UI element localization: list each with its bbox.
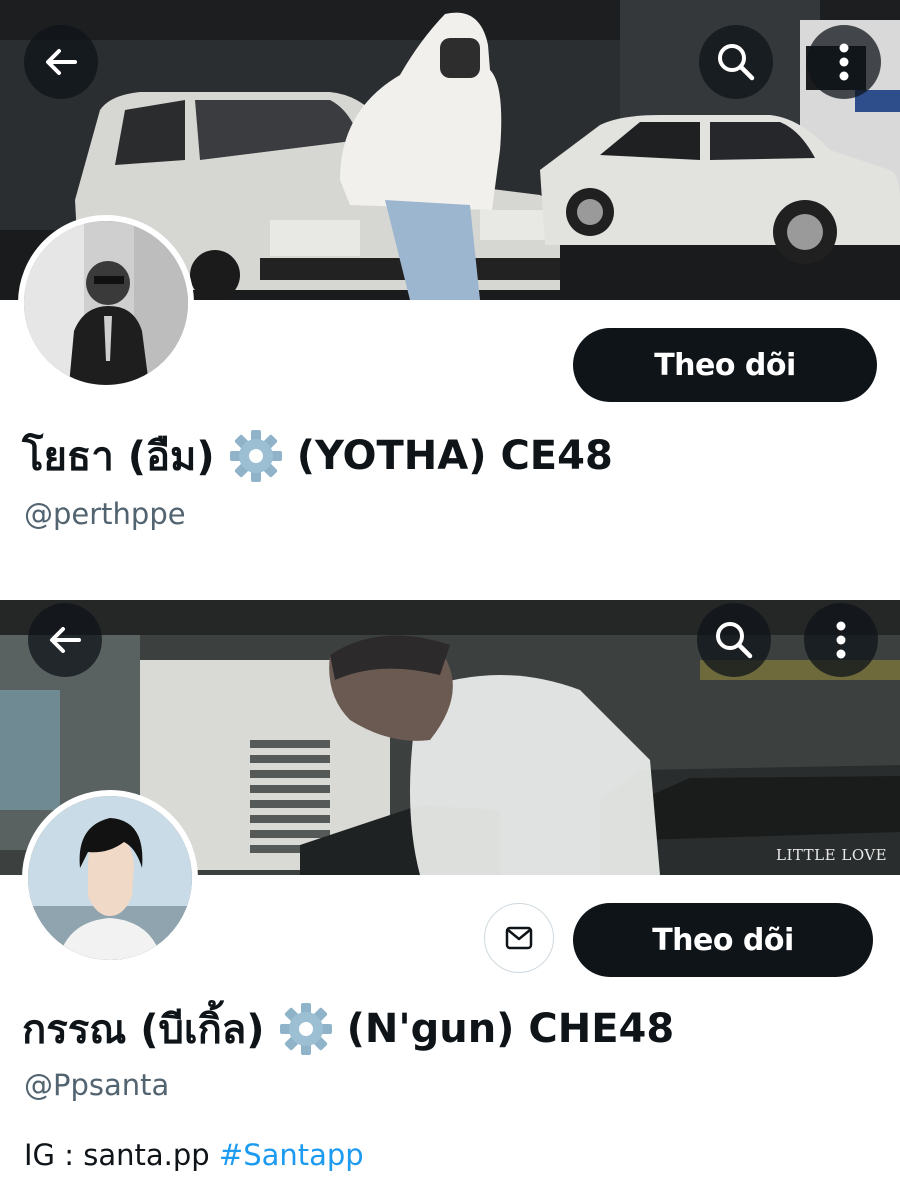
follow-button[interactable]: Theo dõi — [573, 328, 877, 402]
back-button[interactable] — [24, 25, 98, 99]
more-options-button[interactable] — [807, 25, 881, 99]
profile-bio: IG : santa.pp #Santapp — [24, 1138, 364, 1172]
more-options-button[interactable] — [804, 603, 878, 677]
display-name: โยธา (อืม) (YOTHA) CE48 — [22, 424, 613, 488]
profile-avatar[interactable] — [18, 215, 194, 391]
display-name-text: กรรณ (บีเกิ้ล) — [22, 1007, 265, 1053]
follow-button-label: Theo dõi — [654, 347, 796, 383]
display-name-suffix: (YOTHA) CE48 — [296, 433, 613, 479]
search-button[interactable] — [697, 603, 771, 677]
follow-button[interactable]: Theo dõi — [573, 903, 873, 977]
banner-watermark: LITTLE LOVE — [776, 846, 888, 864]
follow-button-label: Theo dõi — [652, 922, 794, 958]
back-arrow-icon — [46, 49, 77, 75]
bio-text: IG : santa.pp — [24, 1138, 210, 1172]
more-vertical-icon — [836, 621, 846, 659]
gear-emoji-icon — [229, 430, 282, 482]
search-button[interactable] — [699, 25, 773, 99]
display-name-suffix: (N'gun) CHE48 — [346, 1006, 675, 1052]
display-name: กรรณ (บีเกิ้ล) (N'gun) CHE48 — [22, 997, 674, 1061]
back-button[interactable] — [28, 603, 102, 677]
user-handle: @Ppsanta — [24, 1068, 170, 1102]
avatar-photo — [24, 221, 188, 385]
bio-hashtag-link[interactable]: #Santapp — [219, 1138, 364, 1172]
avatar-photo — [28, 796, 192, 960]
search-icon — [716, 622, 753, 659]
more-vertical-icon — [839, 43, 849, 81]
envelope-icon — [505, 926, 533, 950]
message-button[interactable] — [484, 903, 554, 973]
profile-card-ppsanta: LITTLE LOVE Theo dõi กรรณ (บีเกิ้ล) (N'g… — [0, 600, 900, 1200]
back-arrow-icon — [50, 627, 81, 653]
user-handle: @perthppe — [24, 497, 186, 531]
display-name-text: โยธา (อืม) — [22, 434, 215, 480]
search-icon — [718, 44, 755, 81]
profile-avatar[interactable] — [22, 790, 198, 966]
profile-card-perthppe: Theo dõi โยธา (อืม) (YOTHA) CE48 @perthp… — [0, 0, 900, 560]
gear-emoji-icon — [279, 1003, 332, 1055]
